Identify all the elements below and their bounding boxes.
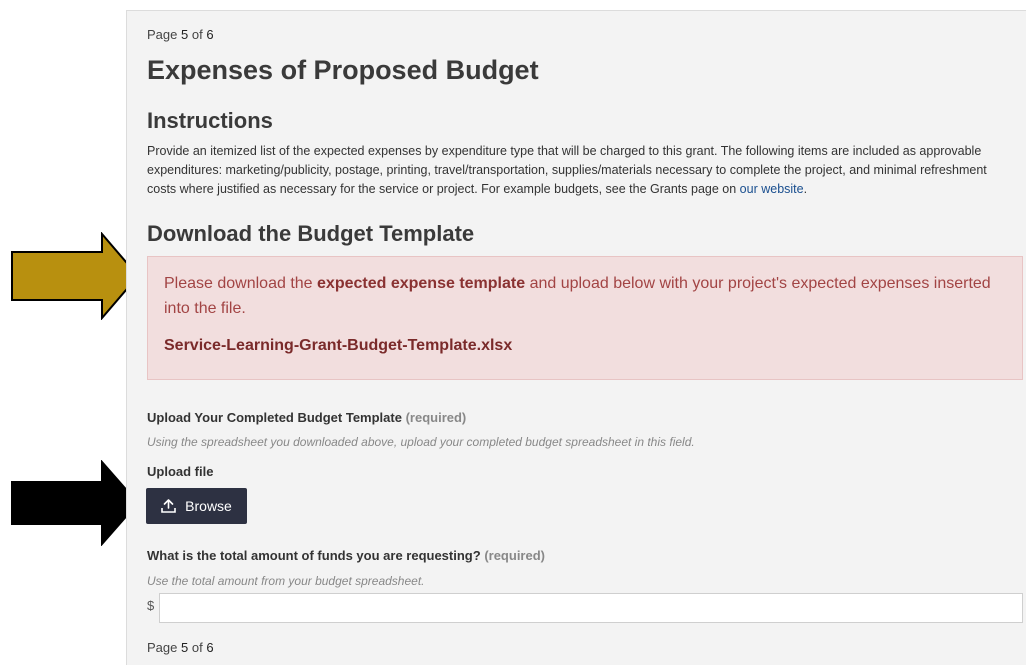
required-indicator: (required) xyxy=(484,548,545,563)
instructions-heading: Instructions xyxy=(147,108,273,133)
amount-field-label: What is the total amount of funds you ar… xyxy=(147,548,545,563)
amount-input[interactable] xyxy=(159,593,1023,623)
upload-icon xyxy=(161,499,176,513)
website-link[interactable]: our website xyxy=(740,182,804,196)
instructions-text: Provide an itemized list of the expected… xyxy=(147,144,987,196)
budget-template-download-link[interactable]: Service-Learning-Grant-Budget-Template.x… xyxy=(164,333,512,358)
page-indicator-bottom: Page 5 of 6 xyxy=(147,640,214,655)
expected-expense-template-text: expected expense template xyxy=(317,275,526,292)
form-panel: Page 5 of 6 Expenses of Proposed Budget … xyxy=(126,10,1026,665)
browse-button-label: Browse xyxy=(185,498,232,514)
template-alert: Please download the expected expense tem… xyxy=(147,256,1023,380)
amount-field-hint: Use the total amount from your budget sp… xyxy=(147,574,425,588)
upload-field-label: Upload Your Completed Budget Template (r… xyxy=(147,410,467,425)
black-arrow-annotation xyxy=(11,460,140,546)
browse-button[interactable]: Browse xyxy=(146,488,247,524)
currency-symbol: $ xyxy=(147,598,155,613)
gold-arrow-annotation xyxy=(11,232,140,320)
download-template-heading: Download the Budget Template xyxy=(147,221,475,246)
upload-field-hint: Using the spreadsheet you downloaded abo… xyxy=(147,435,695,449)
page-title: Expenses of Proposed Budget xyxy=(147,55,539,85)
required-indicator: (required) xyxy=(405,410,467,425)
upload-file-label: Upload file xyxy=(147,464,214,479)
page-indicator-top: Page 5 of 6 xyxy=(147,27,214,42)
